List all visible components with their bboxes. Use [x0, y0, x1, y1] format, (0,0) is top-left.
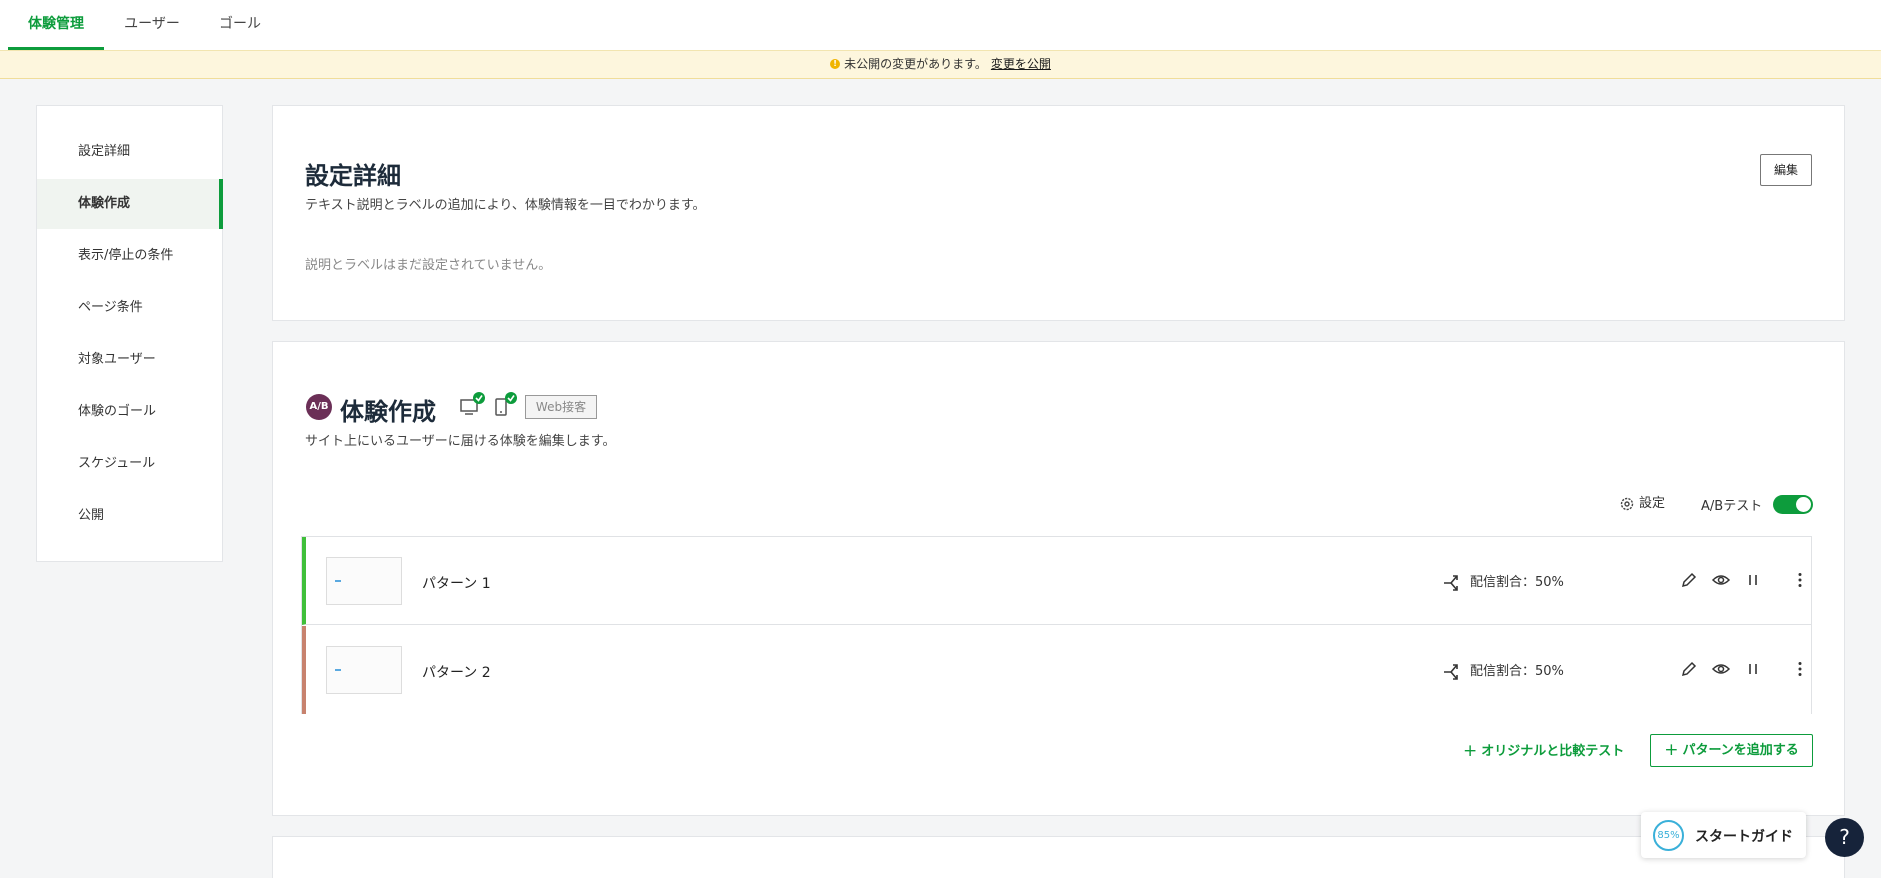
warning-icon: !: [830, 58, 841, 69]
distribution-ratio: 配信割合：50%: [1442, 660, 1564, 682]
split-icon: [1444, 663, 1458, 680]
distribution-text: 配信割合：50%: [1470, 664, 1564, 679]
pattern-name: パターン 1: [422, 576, 491, 592]
unpublished-banner: ! 未公開の変更があります。 変更を公開: [0, 50, 1881, 79]
eye-icon[interactable]: [1711, 659, 1731, 679]
mobile-enabled-icon: [493, 392, 519, 422]
more-options-icon[interactable]: [1790, 570, 1810, 590]
settings-label: 設定: [1639, 496, 1666, 511]
distribution-ratio: 配信割合：50%: [1442, 571, 1564, 593]
pause-icon[interactable]: [1743, 570, 1763, 590]
web-service-tag: Web接客: [525, 395, 597, 419]
sidebar-item-page-conditions[interactable]: ページ条件: [37, 283, 223, 333]
pattern-row: パターン 2 配信割合：50%: [302, 626, 1811, 714]
next-section-card: [272, 836, 1845, 878]
details-title: 設定詳細: [305, 162, 401, 190]
sidebar-item-publish[interactable]: 公開: [37, 491, 223, 541]
pencil-icon[interactable]: [1679, 570, 1699, 590]
tab-goals[interactable]: ゴール: [204, 0, 276, 50]
sidebar-item-conditions[interactable]: 表示/停止の条件: [37, 231, 223, 281]
sidebar: 設定詳細 体験作成 表示/停止の条件 ページ条件 対象ユーザー 体験のゴール ス…: [36, 105, 223, 562]
sidebar-item-goals[interactable]: 体験のゴール: [37, 387, 223, 437]
details-description: テキスト説明とラベルの追加により、体験情報を一目でわかります。: [305, 198, 706, 213]
desktop-enabled-icon: [459, 392, 485, 422]
banner-message: 未公開の変更があります。: [844, 57, 987, 71]
compare-label: オリジナルと比較テスト: [1481, 744, 1625, 759]
pattern-row: パターン 1 配信割合：50%: [302, 537, 1811, 625]
experience-description: サイト上にいるユーザーに届ける体験を編集します。: [305, 434, 616, 449]
publish-changes-link[interactable]: 変更を公開: [991, 57, 1051, 71]
start-guide-label: スタートガイド: [1695, 829, 1793, 845]
experience-title: 体験作成: [340, 398, 436, 426]
add-pattern-label: パターンを追加する: [1682, 743, 1799, 758]
pattern-thumbnail[interactable]: [326, 557, 402, 605]
split-icon: [1444, 574, 1458, 591]
more-options-icon[interactable]: [1790, 659, 1810, 679]
help-button[interactable]: ?: [1825, 818, 1864, 857]
sidebar-item-schedule[interactable]: スケジュール: [37, 439, 223, 489]
compare-with-original-link[interactable]: + オリジナルと比較テスト: [1463, 740, 1624, 761]
progress-ring: 85%: [1653, 820, 1684, 851]
settings-link[interactable]: 設定: [1619, 492, 1665, 512]
add-pattern-button[interactable]: + パターンを追加する: [1650, 734, 1813, 767]
plus-icon: +: [1463, 741, 1478, 761]
distribution-text: 配信割合：50%: [1470, 575, 1564, 590]
details-card: 設定詳細 テキスト説明とラベルの追加により、体験情報を一目でわかります。 説明と…: [272, 105, 1845, 321]
plus-icon: +: [1664, 740, 1679, 760]
pause-icon[interactable]: [1743, 659, 1763, 679]
gear-icon: [1620, 497, 1634, 510]
pattern-list: パターン 1 配信割合：50% パターン 2 配信割合：50%: [301, 536, 1812, 714]
details-empty-text: 説明とラベルはまだ設定されていません。: [305, 258, 552, 273]
pattern-name: パターン 2: [422, 665, 491, 681]
tab-experience-management[interactable]: 体験管理: [8, 0, 104, 50]
tab-users[interactable]: ユーザー: [112, 0, 192, 50]
experience-card: A/B 体験作成 Web接客 サイト上にいるユーザーに届ける体験を編集します。 …: [272, 341, 1845, 816]
toggle-knob: [1796, 497, 1811, 512]
pattern-thumbnail[interactable]: [326, 646, 402, 694]
ab-test-label: A/Bテスト: [1701, 499, 1763, 514]
sidebar-item-target-users[interactable]: 対象ユーザー: [37, 335, 223, 385]
sidebar-item-experience[interactable]: 体験作成: [37, 179, 223, 229]
eye-icon[interactable]: [1711, 570, 1731, 590]
start-guide-button[interactable]: 85% スタートガイド: [1641, 812, 1806, 858]
sidebar-item-details[interactable]: 設定詳細: [37, 127, 223, 177]
ab-test-badge: A/B: [306, 394, 332, 420]
pencil-icon[interactable]: [1679, 659, 1699, 679]
top-navigation: 体験管理 ユーザー ゴール: [0, 0, 1881, 50]
ab-test-toggle[interactable]: [1773, 495, 1813, 514]
edit-button[interactable]: 編集: [1760, 154, 1812, 186]
